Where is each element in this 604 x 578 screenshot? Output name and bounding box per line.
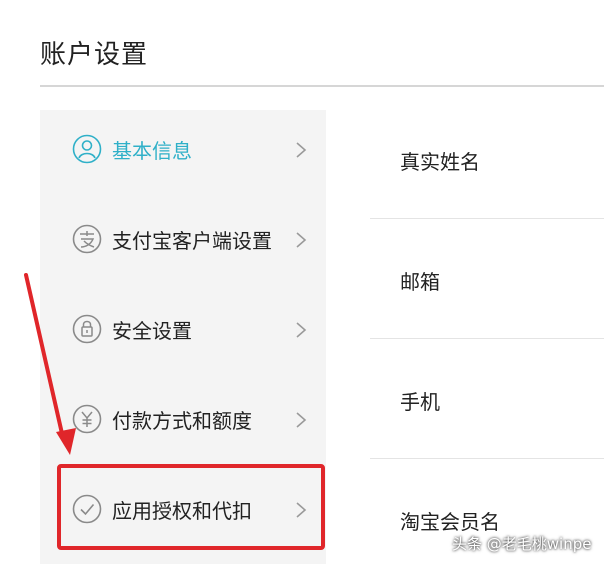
- field-label: 邮箱: [400, 270, 440, 294]
- lock-icon: [72, 314, 102, 344]
- sidebar-item-security[interactable]: 安全设置: [40, 290, 326, 380]
- sidebar-item-label: 付款方式和额度: [112, 409, 252, 433]
- watermark: 头条 @老毛桃winpe: [452, 535, 592, 553]
- yuan-icon: [72, 404, 102, 434]
- chevron-right-icon: [294, 321, 308, 339]
- content-row-real-name: 真实姓名: [370, 98, 604, 219]
- sidebar-item-payment-methods[interactable]: 付款方式和额度: [40, 380, 326, 470]
- sidebar-item-alipay-client[interactable]: 支付宝客户端设置: [40, 200, 326, 290]
- sidebar-item-label: 基本信息: [112, 139, 192, 163]
- chevron-right-icon: [294, 231, 308, 249]
- highlight-box: [57, 464, 325, 550]
- alipay-icon: [72, 224, 102, 254]
- user-icon: [72, 134, 102, 164]
- field-label: 手机: [400, 390, 440, 414]
- content-row-phone: 手机: [370, 338, 604, 459]
- chevron-right-icon: [294, 141, 308, 159]
- field-label: 真实姓名: [400, 150, 480, 174]
- title-divider: [40, 85, 604, 87]
- sidebar-item-label: 支付宝客户端设置: [112, 229, 272, 253]
- field-label: 淘宝会员名: [400, 510, 500, 534]
- chevron-right-icon: [294, 411, 308, 429]
- content-row-email: 邮箱: [370, 218, 604, 339]
- sidebar-item-label: 安全设置: [112, 319, 192, 343]
- content-row-taobao-name: 淘宝会员名: [370, 458, 604, 578]
- sidebar-item-basic-info[interactable]: 基本信息: [40, 110, 326, 200]
- page-title: 账户设置: [40, 40, 149, 70]
